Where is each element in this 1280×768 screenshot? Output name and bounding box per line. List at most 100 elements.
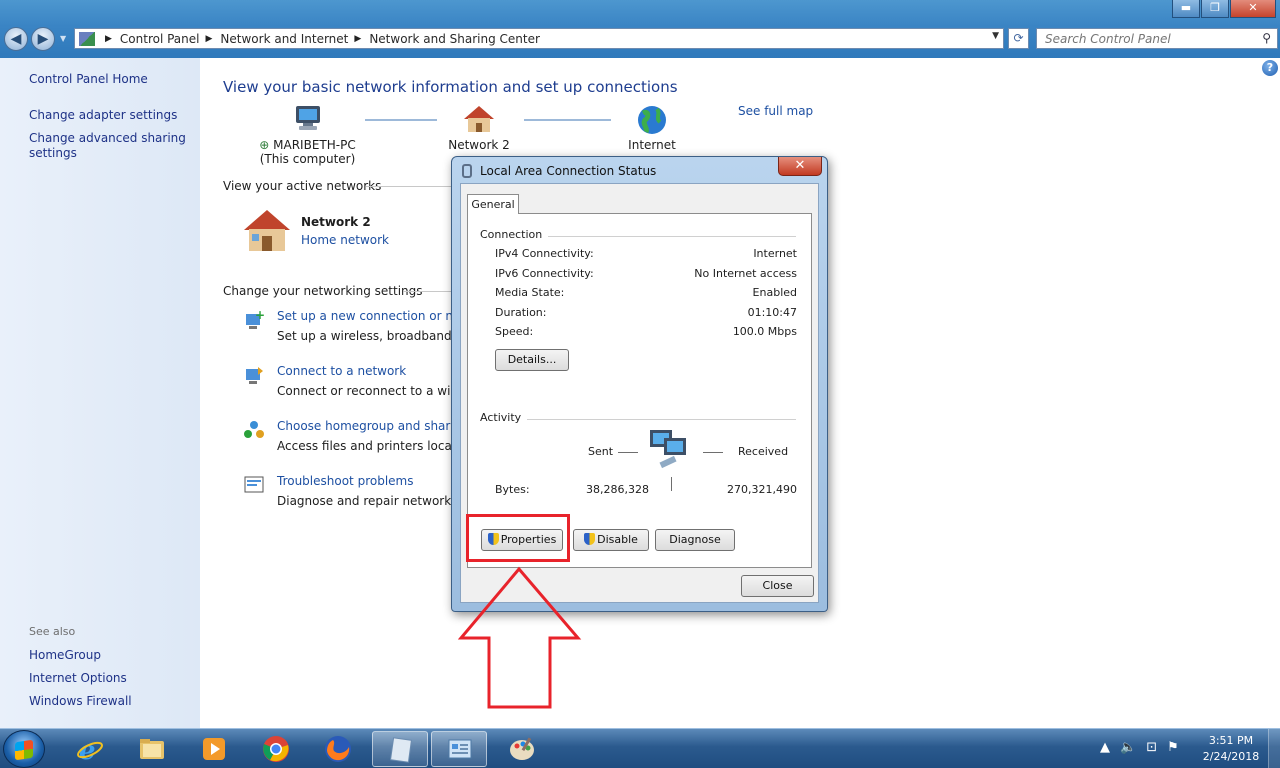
map-network: Network 2 xyxy=(448,104,510,152)
chrome-icon xyxy=(263,736,289,762)
taskbar: e ▲ 🔈 ⊡ ⚑ 3:51 PM 2/24/2018 xyxy=(0,728,1280,768)
computer-sub: (This computer) xyxy=(259,152,356,166)
computer-name-text: MARIBETH-PC xyxy=(273,138,356,152)
control-panel-home-link[interactable]: Control Panel Home xyxy=(29,72,194,87)
clock[interactable]: 3:51 PM 2/24/2018 xyxy=(1195,733,1267,765)
globe-icon xyxy=(638,106,666,134)
connect-network-link[interactable]: Connect to a network xyxy=(277,364,406,378)
breadcrumb-network-internet[interactable]: Network and Internet xyxy=(220,32,348,46)
action-center-icon[interactable]: ⚑ xyxy=(1167,740,1179,755)
show-desktop-button[interactable] xyxy=(1268,729,1280,768)
change-adapter-settings-link[interactable]: Change adapter settings xyxy=(29,108,194,123)
chevron-right-icon[interactable]: ▶ xyxy=(105,34,112,44)
breadcrumb-control-panel[interactable]: Control Panel xyxy=(120,32,200,46)
new-connection-icon: + xyxy=(246,309,265,329)
search-icon[interactable]: ⚲ xyxy=(1262,31,1271,45)
ipv6-value: No Internet access xyxy=(694,267,797,280)
media-player-icon xyxy=(203,738,225,760)
disable-label: Disable xyxy=(597,533,638,546)
homegroup-sharing-link[interactable]: Choose homegroup and sharing xyxy=(277,419,469,433)
networking-settings-label: Change your networking settings xyxy=(223,284,423,298)
taskbar-chrome[interactable] xyxy=(248,731,304,767)
taskbar-explorer[interactable] xyxy=(124,731,180,767)
windows-firewall-link[interactable]: Windows Firewall xyxy=(29,694,194,709)
close-window-button[interactable]: ✕ xyxy=(1230,0,1276,18)
troubleshoot-link[interactable]: Troubleshoot problems xyxy=(277,474,413,488)
help-button[interactable]: ? xyxy=(1262,60,1278,76)
network-adapter-icon xyxy=(462,164,472,178)
system-tray: ▲ 🔈 ⊡ ⚑ xyxy=(1100,740,1179,755)
show-hidden-icons-icon[interactable]: ▲ xyxy=(1100,740,1110,755)
window-controls: ▬ ❐ ✕ xyxy=(1171,0,1276,18)
breadcrumb-network-sharing[interactable]: Network and Sharing Center xyxy=(369,32,540,46)
address-bar[interactable]: ▶ Control Panel ▶ Network and Internet ▶… xyxy=(74,28,1004,49)
close-button[interactable]: Close xyxy=(741,575,814,597)
internet-options-link[interactable]: Internet Options xyxy=(29,671,194,686)
maximize-button[interactable]: ❐ xyxy=(1201,0,1229,18)
network-icon[interactable]: ⊡ xyxy=(1146,740,1157,755)
task-setup-connection: + Set up a new connection or network Set… xyxy=(243,309,500,349)
disable-button[interactable]: Disable xyxy=(573,529,649,551)
map-internet: Internet xyxy=(624,104,680,152)
refresh-button[interactable]: ⟳ xyxy=(1008,28,1029,49)
tab-general[interactable]: General xyxy=(467,194,519,214)
uac-shield-icon xyxy=(584,533,596,545)
search-input[interactable] xyxy=(1037,29,1247,48)
task-troubleshoot: Troubleshoot problems Diagnose and repai… xyxy=(243,474,511,514)
ipv4-label: IPv4 Connectivity: xyxy=(495,247,594,260)
forward-button[interactable]: ▶ xyxy=(31,27,55,51)
speed-label: Speed: xyxy=(495,325,534,338)
change-advanced-sharing-link[interactable]: Change advanced sharing settings xyxy=(29,131,194,161)
window-header: ▬ ❐ ✕ ◀ ▶ ▼ ▶ Control Panel ▶ Network an… xyxy=(0,0,1280,58)
taskbar-firefox[interactable] xyxy=(310,731,366,767)
control-panel-icon xyxy=(448,739,472,759)
address-dropdown-icon[interactable]: ▼ xyxy=(992,31,999,41)
taskbar-control-panel[interactable] xyxy=(431,731,487,767)
duration-value: 01:10:47 xyxy=(747,306,797,319)
divider xyxy=(703,452,723,453)
diagnose-button[interactable]: Diagnose xyxy=(655,529,735,551)
divider xyxy=(480,419,796,420)
homegroup-icon xyxy=(244,421,264,438)
media-state-label: Media State: xyxy=(495,286,565,299)
dialog-close-x-button[interactable]: ✕ xyxy=(778,157,822,176)
back-button[interactable]: ◀ xyxy=(4,27,28,51)
control-panel-icon xyxy=(79,31,95,46)
refresh-icon: ⟳ xyxy=(1013,31,1024,45)
taskbar-notepad[interactable] xyxy=(372,731,428,767)
taskbar-ie[interactable]: e xyxy=(62,731,118,767)
volume-icon[interactable]: 🔈 xyxy=(1120,740,1136,755)
chevron-right-icon[interactable]: ▶ xyxy=(354,34,361,44)
ipv6-label: IPv6 Connectivity: xyxy=(495,267,594,280)
divider xyxy=(671,477,672,491)
divider xyxy=(618,452,638,453)
media-state-value: Enabled xyxy=(752,286,797,299)
map-internet-label: Internet xyxy=(628,138,676,152)
homegroup-link[interactable]: HomeGroup xyxy=(29,648,194,663)
taskbar-media-player[interactable] xyxy=(186,731,242,767)
chevron-right-icon[interactable]: ▶ xyxy=(206,34,213,44)
see-full-map-link[interactable]: See full map xyxy=(738,104,813,118)
minimize-button[interactable]: ▬ xyxy=(1172,0,1200,18)
network-type-link[interactable]: Home network xyxy=(301,233,389,247)
homegroup-sharing-desc: Access files and printers located xyxy=(277,439,472,453)
network-globe-icon: ⊕ xyxy=(259,138,270,152)
start-button[interactable] xyxy=(3,730,45,768)
map-network-label: Network 2 xyxy=(448,138,510,152)
history-dropdown-icon[interactable]: ▼ xyxy=(60,34,68,44)
bytes-label: Bytes: xyxy=(495,483,530,496)
divider xyxy=(403,291,453,292)
task-connect-network: Connect to a network Connect or reconnec… xyxy=(243,364,486,404)
activity-group-label: Activity xyxy=(480,411,528,424)
taskbar-paint[interactable] xyxy=(494,731,550,767)
firefox-icon xyxy=(325,736,351,762)
paint-icon xyxy=(510,737,534,760)
ipv4-value: Internet xyxy=(753,247,797,260)
back-arrow-icon: ◀ xyxy=(10,31,22,47)
windows-logo-icon xyxy=(15,739,33,761)
search-box[interactable]: ⚲ xyxy=(1036,28,1278,49)
dialog-title: Local Area Connection Status xyxy=(480,164,657,178)
map-connector xyxy=(524,119,611,121)
highlight-box xyxy=(466,514,570,562)
details-button[interactable]: Details... xyxy=(495,349,569,371)
